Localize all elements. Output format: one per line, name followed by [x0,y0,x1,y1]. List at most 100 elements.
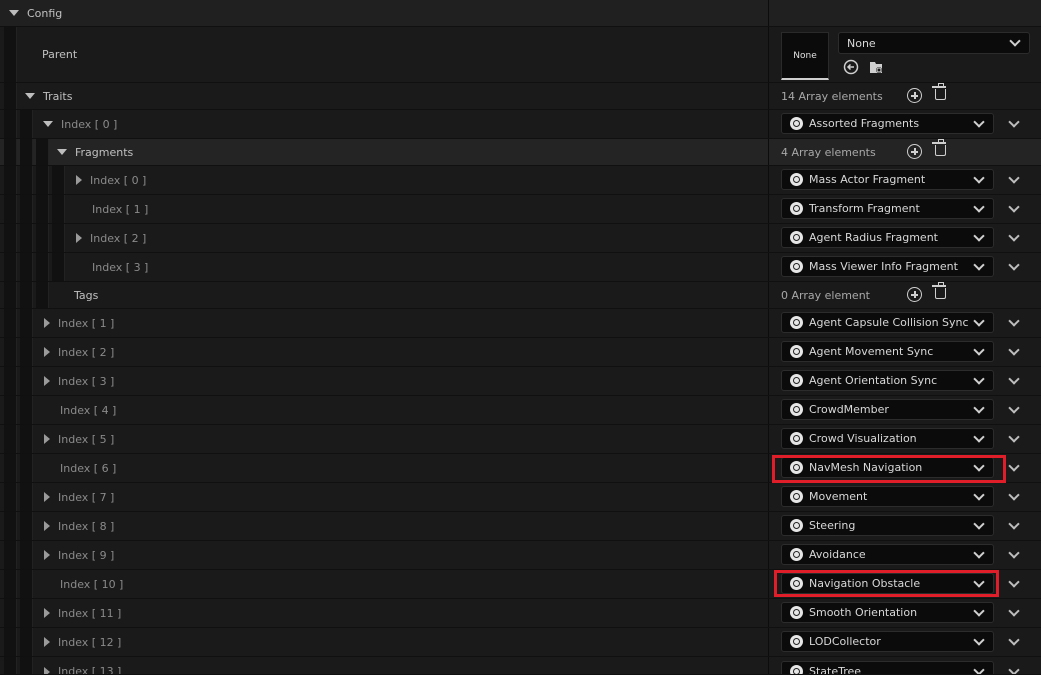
chevron-down-icon [973,171,985,184]
parent-thumbnail[interactable]: None [781,32,829,80]
trait-index-12-row[interactable]: Index [ 12 ] LODCollector [0,628,1041,657]
trait-combo[interactable]: Steering [781,515,994,536]
collapse-arrow-icon[interactable] [44,608,50,618]
collapse-arrow-icon[interactable] [76,175,82,185]
collapse-arrow-icon[interactable] [44,550,50,560]
collapse-arrow-icon[interactable] [44,637,50,647]
expand-chevron-icon[interactable] [1008,315,1020,327]
trait-combo[interactable]: NavMesh Navigation [781,457,994,478]
expand-chevron-icon[interactable] [1008,634,1020,646]
chevron-down-icon [973,633,985,646]
collapse-arrow-icon[interactable] [44,347,50,357]
struct-icon [790,606,803,619]
add-element-icon[interactable] [907,287,922,302]
fragment-combo[interactable]: Transform Fragment [781,198,994,219]
fragment-combo[interactable]: Agent Radius Fragment [781,227,994,248]
expand-arrow-icon[interactable] [57,149,67,155]
trait-combo[interactable]: Avoidance [781,544,994,565]
parent-label: Parent [42,48,78,61]
collapse-arrow-icon[interactable] [44,492,50,502]
fragment-index-3-row[interactable]: Index [ 3 ] Mass Viewer Info Fragment [0,253,1041,282]
delete-all-icon[interactable] [932,282,946,299]
expand-chevron-icon[interactable] [1008,172,1020,184]
expand-chevron-icon[interactable] [1008,489,1020,501]
expand-chevron-icon[interactable] [1008,576,1020,588]
expand-chevron-icon[interactable] [1008,402,1020,414]
trait-index-9-row[interactable]: Index [ 9 ] Avoidance [0,541,1041,570]
index-label: Index [ 9 ] [58,548,115,562]
chevron-down-icon [973,459,985,472]
fragment-index-1-row[interactable]: Index [ 1 ] Transform Fragment [0,195,1041,224]
trait-combo[interactable]: CrowdMember [781,399,994,420]
expand-chevron-icon[interactable] [1008,664,1020,674]
trait-index-3-row[interactable]: Index [ 3 ] Agent Orientation Sync [0,367,1041,396]
trait-index-1-row[interactable]: Index [ 1 ] Agent Capsule Collision Sync [0,309,1041,338]
use-selected-icon[interactable] [843,59,859,75]
struct-icon [790,173,803,186]
expand-chevron-icon[interactable] [1008,344,1020,356]
expand-chevron-icon[interactable] [1008,605,1020,617]
expand-chevron-icon[interactable] [1008,518,1020,530]
expand-chevron-icon[interactable] [1008,547,1020,559]
expand-arrow-icon[interactable] [25,93,35,99]
trait-combo[interactable]: Navigation Obstacle [781,573,994,594]
trait-combo[interactable]: Agent Movement Sync [781,341,994,362]
delete-all-icon[interactable] [932,83,946,100]
parent-combo[interactable]: None [838,32,1030,54]
trait-combo[interactable]: Agent Capsule Collision Sync [781,312,994,333]
fragment-index-2-row[interactable]: Index [ 2 ] Agent Radius Fragment [0,224,1041,253]
expand-arrow-icon[interactable] [9,10,19,16]
chevron-down-icon [973,546,985,559]
delete-all-icon[interactable] [932,139,946,156]
trait-index-2-row[interactable]: Index [ 2 ] Agent Movement Sync [0,338,1041,367]
trait-combo[interactable]: Smooth Orientation [781,602,994,623]
trait-combo[interactable]: Crowd Visualization [781,428,994,449]
trait-index-10-row[interactable]: Index [ 10 ] Navigation Obstacle [0,570,1041,599]
collapse-arrow-icon[interactable] [44,434,50,444]
config-category-row[interactable]: Config [0,0,1041,27]
fragment-combo[interactable]: Mass Actor Fragment [781,169,994,190]
trait-index-0-row[interactable]: Index [ 0 ] Assorted Fragments [0,110,1041,139]
struct-icon [790,519,803,532]
expand-chevron-icon[interactable] [1008,201,1020,213]
fragment-index-0-row[interactable]: Index [ 0 ] Mass Actor Fragment [0,166,1041,195]
trait-index-11-row[interactable]: Index [ 11 ] Smooth Orientation [0,599,1041,628]
trait-index-7-row[interactable]: Index [ 7 ] Movement [0,483,1041,512]
collapse-arrow-icon[interactable] [44,521,50,531]
collapse-arrow-icon[interactable] [44,376,50,386]
expand-chevron-icon[interactable] [1008,259,1020,271]
expand-chevron-icon[interactable] [1008,373,1020,385]
struct-icon [790,374,803,387]
trait-index-8-row[interactable]: Index [ 8 ] Steering [0,512,1041,541]
collapse-arrow-icon[interactable] [44,666,50,674]
expand-chevron-icon[interactable] [1008,431,1020,443]
traits-row[interactable]: Traits 14 Array elements [0,83,1041,110]
struct-icon [790,548,803,561]
trait-combo[interactable]: LODCollector [781,631,994,652]
trait-combo[interactable]: Assorted Fragments [781,113,994,134]
index-label: Index [ 10 ] [60,577,124,591]
expand-chevron-icon[interactable] [1008,460,1020,472]
trait-combo[interactable]: Agent Orientation Sync [781,370,994,391]
trait-index-6-row[interactable]: Index [ 6 ] NavMesh Navigation [0,454,1041,483]
fragment-combo[interactable]: Mass Viewer Info Fragment [781,256,994,277]
fragments-row[interactable]: Fragments 4 Array elements [0,139,1041,166]
trait-combo[interactable]: StateTree [781,661,994,674]
chevron-down-icon [973,115,985,128]
expand-arrow-icon[interactable] [43,121,53,127]
add-element-icon[interactable] [907,88,922,103]
struct-icon [790,635,803,648]
trait-index-5-row[interactable]: Index [ 5 ] Crowd Visualization [0,425,1041,454]
collapse-arrow-icon[interactable] [76,233,82,243]
index-label: Index [ 11 ] [58,606,122,620]
trait-index-13-row[interactable]: Index [ 13 ] StateTree [0,657,1041,675]
chevron-down-icon [1009,35,1021,47]
chevron-down-icon [973,200,985,213]
expand-chevron-icon[interactable] [1008,116,1020,128]
trait-combo[interactable]: Movement [781,486,994,507]
trait-index-4-row[interactable]: Index [ 4 ] CrowdMember [0,396,1041,425]
add-element-icon[interactable] [907,144,922,159]
collapse-arrow-icon[interactable] [44,318,50,328]
expand-chevron-icon[interactable] [1008,230,1020,242]
browse-asset-icon[interactable] [868,59,884,75]
